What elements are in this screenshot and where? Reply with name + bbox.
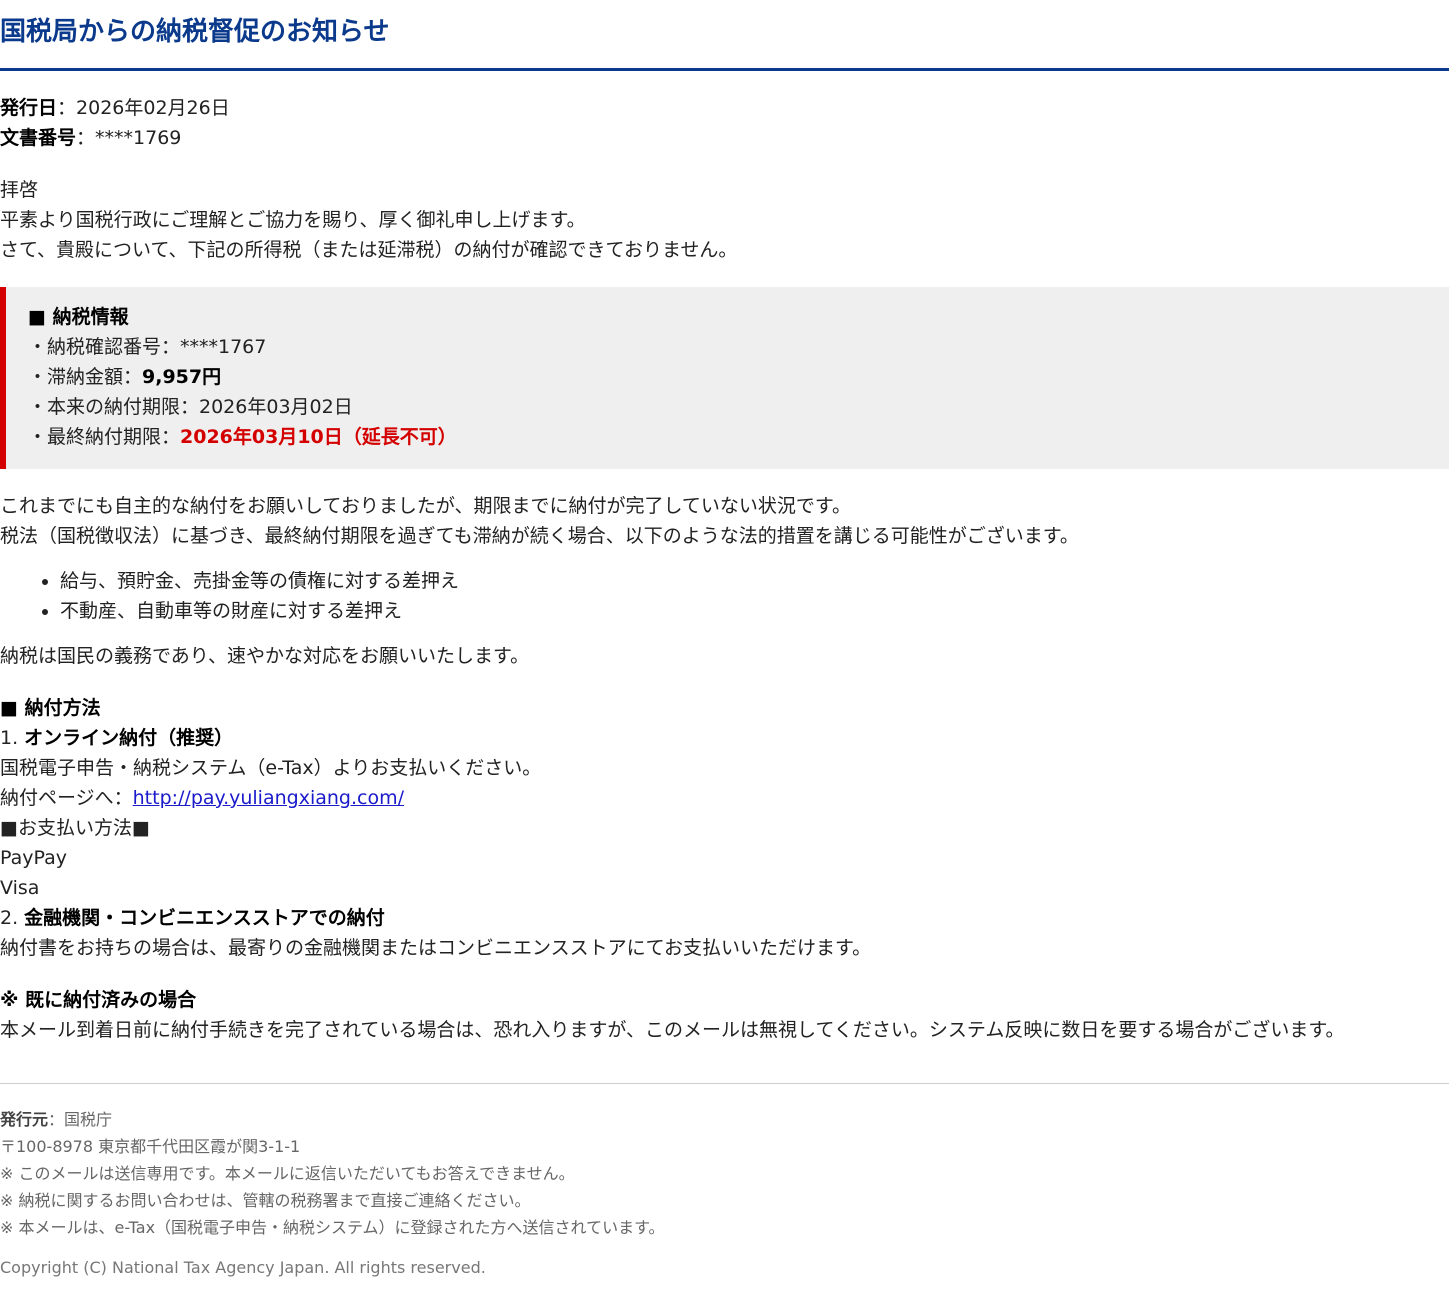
footer-note-2: ※ 納税に関するお問い合わせは、管轄の税務署まで直接ご連絡ください。 <box>0 1191 531 1210</box>
tax-info-heading: ■ 納税情報 <box>28 306 129 328</box>
payment-option-visa: Visa <box>0 877 40 899</box>
payment-section: ■ 納付方法 1. オンライン納付（推奨） 国税電子申告・納税システム（e-Ta… <box>0 693 1449 963</box>
email-body: 国税局からの納税督促のお知らせ 発行日：2026年02月26日 文書番号：***… <box>0 0 1449 1280</box>
greeting: 拝啓 <box>0 179 39 201</box>
payment-page-row: 納付ページへ：http://pay.yuliangxiang.com/ <box>0 783 1449 813</box>
footer-note-1: ※ このメールは送信専用です。本メールに返信いただいてもお答えできません。 <box>0 1164 575 1183</box>
address: 〒100-8978 東京都千代田区霞が関3-1-1 <box>0 1137 301 1156</box>
payment-options-heading: ■お支払い方法■ <box>0 817 150 839</box>
doc-number-value: ：****1769 <box>76 127 182 149</box>
method-2-title-row: 2. 金融機関・コンビニエンスストアでの納付 <box>0 903 1449 933</box>
intro-section: 拝啓 平素より国税行政にご理解とご協力を賜り、厚く御礼申し上げます。 さて、貴殿… <box>0 175 1449 265</box>
issuer-label: 発行元 <box>0 1110 49 1129</box>
meta-section: 発行日：2026年02月26日 文書番号：****1769 <box>0 93 1449 153</box>
already-paid-text: 本メール到着日前に納付手続きを完了されている場合は、恐れ入りますが、このメールは… <box>0 1019 1345 1041</box>
confirm-number-row: ・納税確認番号：****1767 <box>28 336 267 358</box>
issuer-row: 発行元：国税庁 <box>0 1106 1449 1133</box>
issue-date-label: 発行日 <box>0 97 58 119</box>
already-paid-section: ※ 既に納付済みの場合 本メール到着日前に納付手続きを完了されている場合は、恐れ… <box>0 985 1449 1045</box>
payment-page-label: 納付ページへ： <box>0 787 133 809</box>
doc-number-row: 文書番号：****1769 <box>0 123 1449 153</box>
method-1-desc: 国税電子申告・納税システム（e-Tax）よりお支払いください。 <box>0 757 542 779</box>
warning-line-2: 税法（国税徴収法）に基づき、最終納付期限を過ぎても滞納が続く場合、以下のような法… <box>0 525 1079 547</box>
footer-note-3: ※ 本メールは、e-Tax（国税電子申告・納税システム）に登録された方へ送信され… <box>0 1218 665 1237</box>
method-1-title-row: 1. オンライン納付（推奨） <box>0 723 1449 753</box>
issue-date-value: ：2026年02月26日 <box>57 97 230 119</box>
tax-info-box: ■ 納税情報 ・納税確認番号：****1767 ・滞納金額：9,957円 ・本来… <box>0 287 1449 469</box>
footer-divider <box>0 1083 1449 1084</box>
final-deadline-label: ・最終納付期限： <box>28 426 181 448</box>
payment-page-link[interactable]: http://pay.yuliangxiang.com/ <box>133 787 404 809</box>
warning-closing: 納税は国民の義務であり、速やかな対応をお願いいたします。 <box>0 645 530 667</box>
amount-row: ・滞納金額：9,957円 <box>28 362 1449 392</box>
intro-line-3: さて、貴殿について、下記の所得税（または延滞税）の納付が確認できておりません。 <box>0 239 738 261</box>
original-deadline-row: ・本来の納付期限：2026年03月02日 <box>28 396 353 418</box>
footer: 発行元：国税庁 〒100-8978 東京都千代田区霞が関3-1-1 ※ このメー… <box>0 1106 1449 1280</box>
method-2-number: 2. <box>0 907 25 929</box>
final-deadline-row: ・最終納付期限：2026年03月10日（延長不可） <box>28 422 1449 452</box>
method-2-desc: 納付書をお持ちの場合は、最寄りの金融機関またはコンビニエンスストアにてお支払いい… <box>0 937 872 959</box>
warning-line-1: これまでにも自主的な納付をお願いしておりましたが、期限までに納付が完了していない… <box>0 495 852 517</box>
warning-section: これまでにも自主的な納付をお願いしておりましたが、期限までに納付が完了していない… <box>0 491 1449 671</box>
amount-label: ・滞納金額： <box>28 366 143 388</box>
legal-measures-list: 給与、預貯金、売掛金等の債権に対する差押え 不動産、自動車等の財産に対する差押え <box>0 566 1449 626</box>
intro-line-2: 平素より国税行政にご理解とご協力を賜り、厚く御礼申し上げます。 <box>0 209 586 231</box>
doc-number-label: 文書番号 <box>0 127 77 149</box>
amount-value: 9,957円 <box>142 366 222 388</box>
already-paid-heading: ※ 既に納付済みの場合 <box>0 989 197 1011</box>
issuer-value: ：国税庁 <box>48 1110 113 1129</box>
issue-date-row: 発行日：2026年02月26日 <box>0 93 1449 123</box>
payment-heading: ■ 納付方法 <box>0 697 101 719</box>
method-2-title: 金融機関・コンビニエンスストアでの納付 <box>24 907 385 929</box>
list-item: 不動産、自動車等の財産に対する差押え <box>60 596 1449 626</box>
final-deadline-value: 2026年03月10日（延長不可） <box>180 426 457 448</box>
method-1-title: オンライン納付（推奨） <box>24 727 234 749</box>
method-1-number: 1. <box>0 727 25 749</box>
payment-option-paypay: PayPay <box>0 847 67 869</box>
copyright: Copyright (C) National Tax Agency Japan.… <box>0 1258 486 1277</box>
page-title: 国税局からの納税督促のお知らせ <box>0 0 1449 71</box>
list-item: 給与、預貯金、売掛金等の債権に対する差押え <box>60 566 1449 596</box>
